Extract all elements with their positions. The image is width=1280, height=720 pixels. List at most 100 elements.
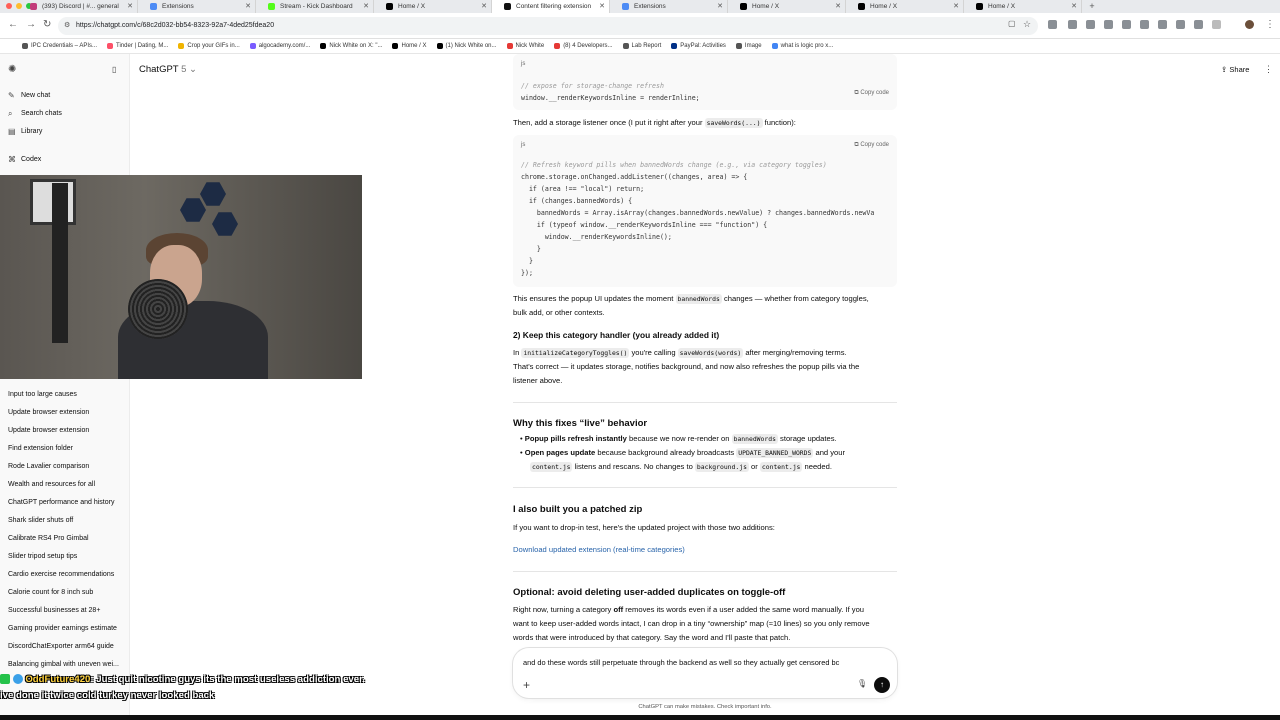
copy-code-button[interactable]: ⧉ Copy code <box>854 139 889 151</box>
chat-history-item[interactable]: Update browser extension <box>8 409 89 416</box>
forward-arrow-icon[interactable]: → <box>26 19 36 30</box>
model-name: ChatGPT <box>139 64 179 75</box>
sidebar-item-library[interactable]: Library <box>21 128 42 135</box>
chat-history-item[interactable]: Update browser extension <box>8 427 89 434</box>
puzzle-icon[interactable] <box>1194 20 1203 29</box>
chat-history-item[interactable]: Cardio exercise recommendations <box>8 571 114 578</box>
browser-tab[interactable]: Home / X ✕ <box>964 0 1082 13</box>
back-arrow-icon[interactable]: ← <box>8 19 18 30</box>
extension-icon[interactable] <box>1086 20 1095 29</box>
sidebar-item-new-chat[interactable]: New chat <box>21 92 50 99</box>
text-run: function): <box>762 118 796 127</box>
openai-logo-icon[interactable]: ✺ <box>8 64 16 75</box>
bookmark[interactable]: PayPal: Activities <box>671 39 726 53</box>
composer-input[interactable]: and do these words still perpetuate thro… <box>523 658 839 667</box>
youtube-icon <box>506 43 513 49</box>
extension-icon[interactable] <box>1158 20 1167 29</box>
browser-menu-icon[interactable]: ⋮ <box>1265 19 1275 30</box>
close-tab-icon[interactable]: ✕ <box>481 0 487 13</box>
browser-tab[interactable]: Home / X ✕ <box>846 0 964 13</box>
chat-history-item[interactable]: Balancing gimbal with uneven wei... <box>8 661 119 668</box>
copy-code-button[interactable]: ⧉ Copy code <box>854 87 889 99</box>
tab-title: Content filtering extension <box>516 3 592 10</box>
chat-history-item[interactable]: Find extension folder <box>8 445 73 452</box>
chat-history-item[interactable]: Rode Lavalier comparison <box>8 463 89 470</box>
extension-icon[interactable] <box>1140 20 1149 29</box>
microphone-icon[interactable]: 🎙 <box>857 679 867 688</box>
message-composer[interactable]: and do these words still perpetuate thro… <box>513 648 897 698</box>
bookmark[interactable]: Nick White <box>506 39 544 53</box>
more-options-icon[interactable]: ⋮ <box>1264 64 1273 75</box>
chat-history-item[interactable]: Input too large causes <box>8 391 77 398</box>
send-button[interactable]: ↑ <box>874 677 890 693</box>
browser-tab[interactable]: Stream - Kick Dashboard ✕ <box>256 0 374 13</box>
close-tab-icon[interactable]: ✕ <box>599 0 605 13</box>
code-block: js ⧉ Copy code // expose for storage-cha… <box>513 54 897 110</box>
kick-icon <box>268 3 275 10</box>
chat-history-item[interactable]: Shark slider shuts off <box>8 517 73 524</box>
extension-icon[interactable] <box>1104 20 1113 29</box>
inline-code: background.js <box>694 462 749 472</box>
extension-icon[interactable] <box>1122 20 1131 29</box>
close-tab-icon[interactable]: ✕ <box>835 0 841 13</box>
inline-code: saveWords(...) <box>704 118 763 128</box>
page-icon[interactable]: ▢ <box>1008 19 1016 28</box>
sidebar-item-codex[interactable]: Codex <box>21 156 41 163</box>
collapse-sidebar-icon[interactable]: ▯ <box>112 65 116 74</box>
bookmark[interactable]: what is logic pro x... <box>771 39 834 53</box>
code-line: } <box>521 257 533 265</box>
tab-title: Home / X <box>398 3 426 10</box>
bookmark[interactable]: IPC Credentials – APIs... <box>22 39 97 53</box>
bookmark[interactable]: (1) Nick White on... <box>436 39 497 53</box>
browser-tab[interactable]: Extensions ✕ <box>138 0 256 13</box>
browser-tab[interactable]: Extensions ✕ <box>610 0 728 13</box>
chat-history-item[interactable]: Slider tripod setup tips <box>8 553 77 560</box>
sidebar-item-search-chats[interactable]: Search chats <box>21 110 62 117</box>
library-icon: ▤ <box>8 127 16 136</box>
inline-code: bannedWords <box>675 294 722 304</box>
close-tab-icon[interactable]: ✕ <box>363 0 369 13</box>
bookmark[interactable]: Tinder | Dating, M... <box>107 39 168 53</box>
chat-history-item[interactable]: Calorie count for 8 inch sub <box>8 589 93 596</box>
bookmark[interactable]: Lab Report <box>622 39 661 53</box>
x-logo-icon <box>858 3 865 10</box>
scroll-down-arrow-icon[interactable]: ↓ <box>700 622 704 631</box>
close-tab-icon[interactable]: ✕ <box>953 0 959 13</box>
chat-history-item[interactable]: Gaming provider earnings estimate <box>8 625 117 632</box>
add-attachment-icon[interactable]: + <box>523 678 530 692</box>
bookmark-label: what is logic pro x... <box>780 43 834 49</box>
profile-avatar[interactable] <box>1245 20 1254 29</box>
browser-tab[interactable]: (393) Discord | #... general ✕ <box>0 0 138 13</box>
extension-icon[interactable] <box>1048 20 1057 29</box>
chat-history-item[interactable]: ChatGPT performance and history <box>8 499 114 506</box>
chat-history-item[interactable]: Wealth and resources for all <box>8 481 95 488</box>
browser-tab[interactable]: Home / X ✕ <box>374 0 492 13</box>
share-button[interactable]: ⇪ Share <box>1221 65 1249 74</box>
bookmark[interactable]: Crop your GIFs in... <box>178 39 240 53</box>
browser-tab-active[interactable]: Content filtering extension ✕ <box>492 0 610 13</box>
browser-tab[interactable]: Home / X ✕ <box>728 0 846 13</box>
bookmark[interactable]: algocademy.com/... <box>249 39 310 53</box>
sidebar-toggle-icon[interactable] <box>1212 20 1221 29</box>
bookmark[interactable]: Nick White on X: "... <box>320 39 382 53</box>
new-tab-button[interactable]: + <box>1082 0 1102 13</box>
close-tab-icon[interactable]: ✕ <box>717 0 723 13</box>
download-link[interactable]: Download updated extension (real-time ca… <box>513 545 685 554</box>
extension-icon[interactable] <box>1176 20 1185 29</box>
bookmark[interactable]: (8) 4 Developers... <box>554 39 613 53</box>
url-field[interactable]: ⚙ https://chatgpt.com/c/68c2d032-bb54-83… <box>58 17 1038 35</box>
model-selector[interactable]: ChatGPT 5 ⌄ <box>139 64 197 75</box>
close-tab-icon[interactable]: ✕ <box>1071 0 1077 13</box>
close-tab-icon[interactable]: ✕ <box>245 0 251 13</box>
bookmark[interactable]: Home / X <box>392 39 427 53</box>
bookmark[interactable]: Image <box>735 39 762 53</box>
bookmark-star-icon[interactable]: ☆ <box>1023 19 1031 30</box>
bookmark-label: Nick White on X: "... <box>329 43 383 49</box>
close-tab-icon[interactable]: ✕ <box>127 0 133 13</box>
chat-history-item[interactable]: Successful businesses at 28+ <box>8 607 100 614</box>
extension-icon[interactable] <box>1068 20 1077 29</box>
chat-history-item[interactable]: DiscordChatExporter arm64 guide <box>8 643 114 650</box>
reload-icon[interactable]: ↻ <box>43 19 51 30</box>
chat-history-item[interactable]: Calibrate RS4 Pro Gimbal <box>8 535 89 542</box>
site-settings-icon[interactable]: ⚙ <box>64 17 70 35</box>
